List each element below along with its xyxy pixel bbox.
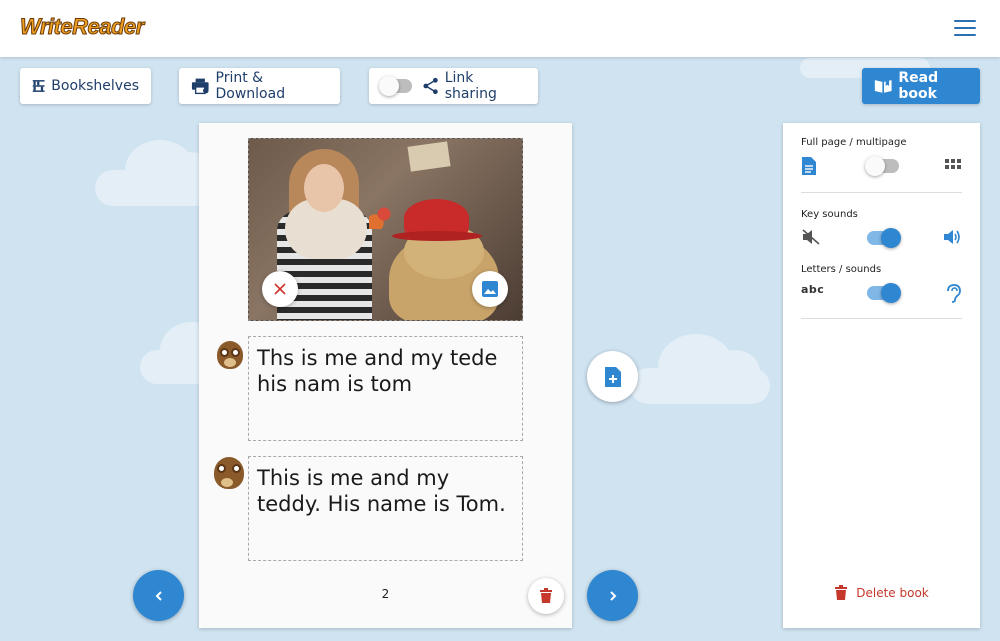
full-page-label: Full page / multipage [801, 137, 907, 148]
volume-on-icon [944, 230, 960, 244]
adult-owl-avatar-icon [214, 457, 244, 489]
previous-page-button[interactable] [133, 570, 184, 621]
grid-multipage-icon [945, 159, 961, 169]
bookshelves-button[interactable]: Bookshelves [20, 68, 151, 104]
bookshelves-icon [32, 80, 45, 92]
chevron-right-icon [609, 590, 616, 601]
key-sounds-setting: Key sounds [801, 209, 962, 250]
change-image-button[interactable] [472, 271, 508, 307]
add-page-icon [604, 366, 621, 387]
next-page-button[interactable] [587, 570, 638, 621]
letters-sounds-label: Letters / sounds [801, 264, 882, 275]
app-logo[interactable]: WriteReader [20, 14, 145, 40]
key-sounds-toggle[interactable] [867, 228, 901, 248]
read-book-label: Read book [898, 70, 939, 102]
open-book-icon [874, 80, 892, 93]
print-download-button[interactable]: Print & Download [179, 68, 340, 104]
background-cloud [630, 334, 770, 404]
print-download-label: Print & Download [215, 70, 286, 102]
single-page-icon [802, 157, 816, 175]
top-bar: WriteReader [0, 0, 1000, 57]
adult-text-box[interactable]: This is me and my teddy. His name is Tom… [248, 456, 523, 561]
close-icon [274, 283, 286, 295]
share-icon [422, 77, 438, 95]
delete-page-button[interactable] [528, 578, 564, 614]
page-number: 2 [381, 587, 390, 601]
full-page-setting: Full page / multipage [801, 137, 962, 178]
read-book-button[interactable]: Read book [862, 68, 980, 104]
volume-off-icon [802, 229, 820, 245]
abc-icon: abc [801, 283, 825, 296]
key-sounds-label: Key sounds [801, 209, 858, 220]
chevron-left-icon [155, 590, 162, 601]
child-text-box[interactable]: Ths is me and my tede his nam is tom [248, 336, 523, 441]
divider [801, 192, 962, 193]
settings-panel: Full page / multipage Key sounds Letters… [783, 123, 980, 628]
divider [801, 318, 962, 319]
link-sharing-label: Link sharing [444, 70, 497, 102]
add-page-button[interactable] [587, 351, 638, 402]
bookshelves-label: Bookshelves [51, 78, 139, 94]
remove-photo-button[interactable] [262, 271, 298, 307]
link-sharing-button[interactable]: Link sharing [369, 68, 538, 104]
letters-sounds-toggle[interactable] [867, 283, 901, 303]
trash-icon [835, 585, 848, 600]
child-owl-avatar-icon [217, 341, 243, 369]
printer-icon [191, 78, 209, 95]
trash-icon [540, 588, 552, 603]
image-icon [482, 281, 498, 297]
hamburger-menu-icon[interactable] [954, 20, 976, 36]
delete-book-label: Delete book [856, 586, 929, 600]
full-page-toggle[interactable] [865, 156, 899, 176]
link-sharing-toggle[interactable] [379, 76, 412, 96]
ear-icon [947, 284, 961, 303]
letters-sounds-setting: Letters / sounds abc [801, 264, 962, 305]
book-page: Ths is me and my tede his nam is tom Thi… [199, 123, 572, 628]
delete-book-button[interactable]: Delete book [783, 585, 980, 601]
